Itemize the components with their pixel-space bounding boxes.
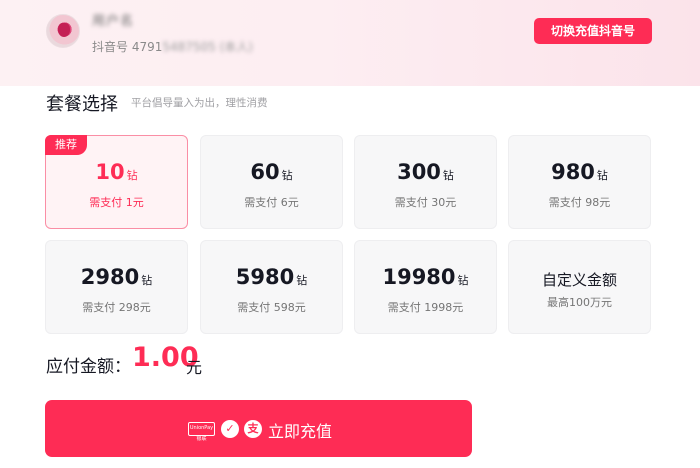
- diamond-unit: 钻: [141, 274, 153, 287]
- package-price: 需支付 298元: [82, 301, 151, 314]
- package-amount: 10: [95, 160, 125, 184]
- package-amount: 5980: [235, 265, 295, 289]
- total-currency: 元: [186, 358, 203, 377]
- account-header: 用户名 抖音号 47915487505 (本人) 切换充值抖音号: [0, 0, 700, 86]
- package-card-60[interactable]: 60 钻 需支付 6元: [200, 135, 343, 229]
- recharge-button-label: 立即充值: [268, 422, 333, 441]
- user-id-prefix: 抖音号 4791: [92, 40, 163, 54]
- recommended-badge: 推荐: [45, 135, 87, 155]
- package-card-300[interactable]: 300 钻 需支付 30元: [354, 135, 497, 229]
- custom-amount-title: 自定义金额: [541, 271, 617, 289]
- package-price: 需支付 1元: [89, 196, 144, 209]
- diamond-unit: 钻: [596, 169, 608, 182]
- diamond-unit: 钻: [281, 169, 293, 182]
- package-card-19980[interactable]: 19980 钻 需支付 1998元: [354, 240, 497, 334]
- package-amount: 2980: [80, 265, 140, 289]
- section-title: 套餐选择: [46, 94, 118, 115]
- custom-amount-card[interactable]: 自定义金额 最高100万元: [508, 240, 651, 334]
- package-card-10[interactable]: 推荐 10 钻 需支付 1元: [45, 135, 188, 229]
- wechat-pay-icon: ✓: [221, 420, 239, 438]
- switch-account-button[interactable]: 切换充值抖音号: [534, 18, 652, 44]
- package-price: 需支付 30元: [394, 196, 457, 209]
- package-card-2980[interactable]: 2980 钻 需支付 298元: [45, 240, 188, 334]
- package-card-5980[interactable]: 5980 钻 需支付 598元: [200, 240, 343, 334]
- recharge-button[interactable]: UnionPay 银联 ✓ 支 立即充值: [45, 400, 472, 457]
- custom-amount-limit: 最高100万元: [547, 296, 612, 309]
- diamond-unit: 钻: [296, 274, 308, 287]
- diamond-unit: 钻: [457, 274, 469, 287]
- diamond-unit: 钻: [126, 169, 138, 182]
- alipay-icon: 支: [244, 420, 262, 438]
- package-card-980[interactable]: 980 钻 需支付 98元: [508, 135, 651, 229]
- user-id-masked: 5487505 (本人): [162, 40, 253, 54]
- package-price: 需支付 6元: [244, 196, 299, 209]
- total-label: 应付金额：: [46, 357, 131, 377]
- diamond-unit: 钻: [442, 169, 454, 182]
- package-price: 需支付 1998元: [387, 301, 464, 314]
- package-amount: 300: [397, 160, 441, 184]
- unionpay-icon: UnionPay 银联: [188, 422, 215, 442]
- section-subtitle: 平台倡导量入为出，理性消费: [131, 97, 268, 109]
- package-amount: 60: [250, 160, 280, 184]
- package-price: 需支付 598元: [237, 301, 306, 314]
- package-amount: 980: [551, 160, 595, 184]
- payment-icons: UnionPay 银联 ✓ 支: [188, 419, 267, 442]
- package-amount: 19980: [382, 265, 456, 289]
- avatar: [46, 14, 80, 48]
- user-id: 抖音号 47915487505 (本人): [92, 38, 253, 55]
- username: 用户名: [92, 14, 135, 29]
- package-price: 需支付 98元: [548, 196, 611, 209]
